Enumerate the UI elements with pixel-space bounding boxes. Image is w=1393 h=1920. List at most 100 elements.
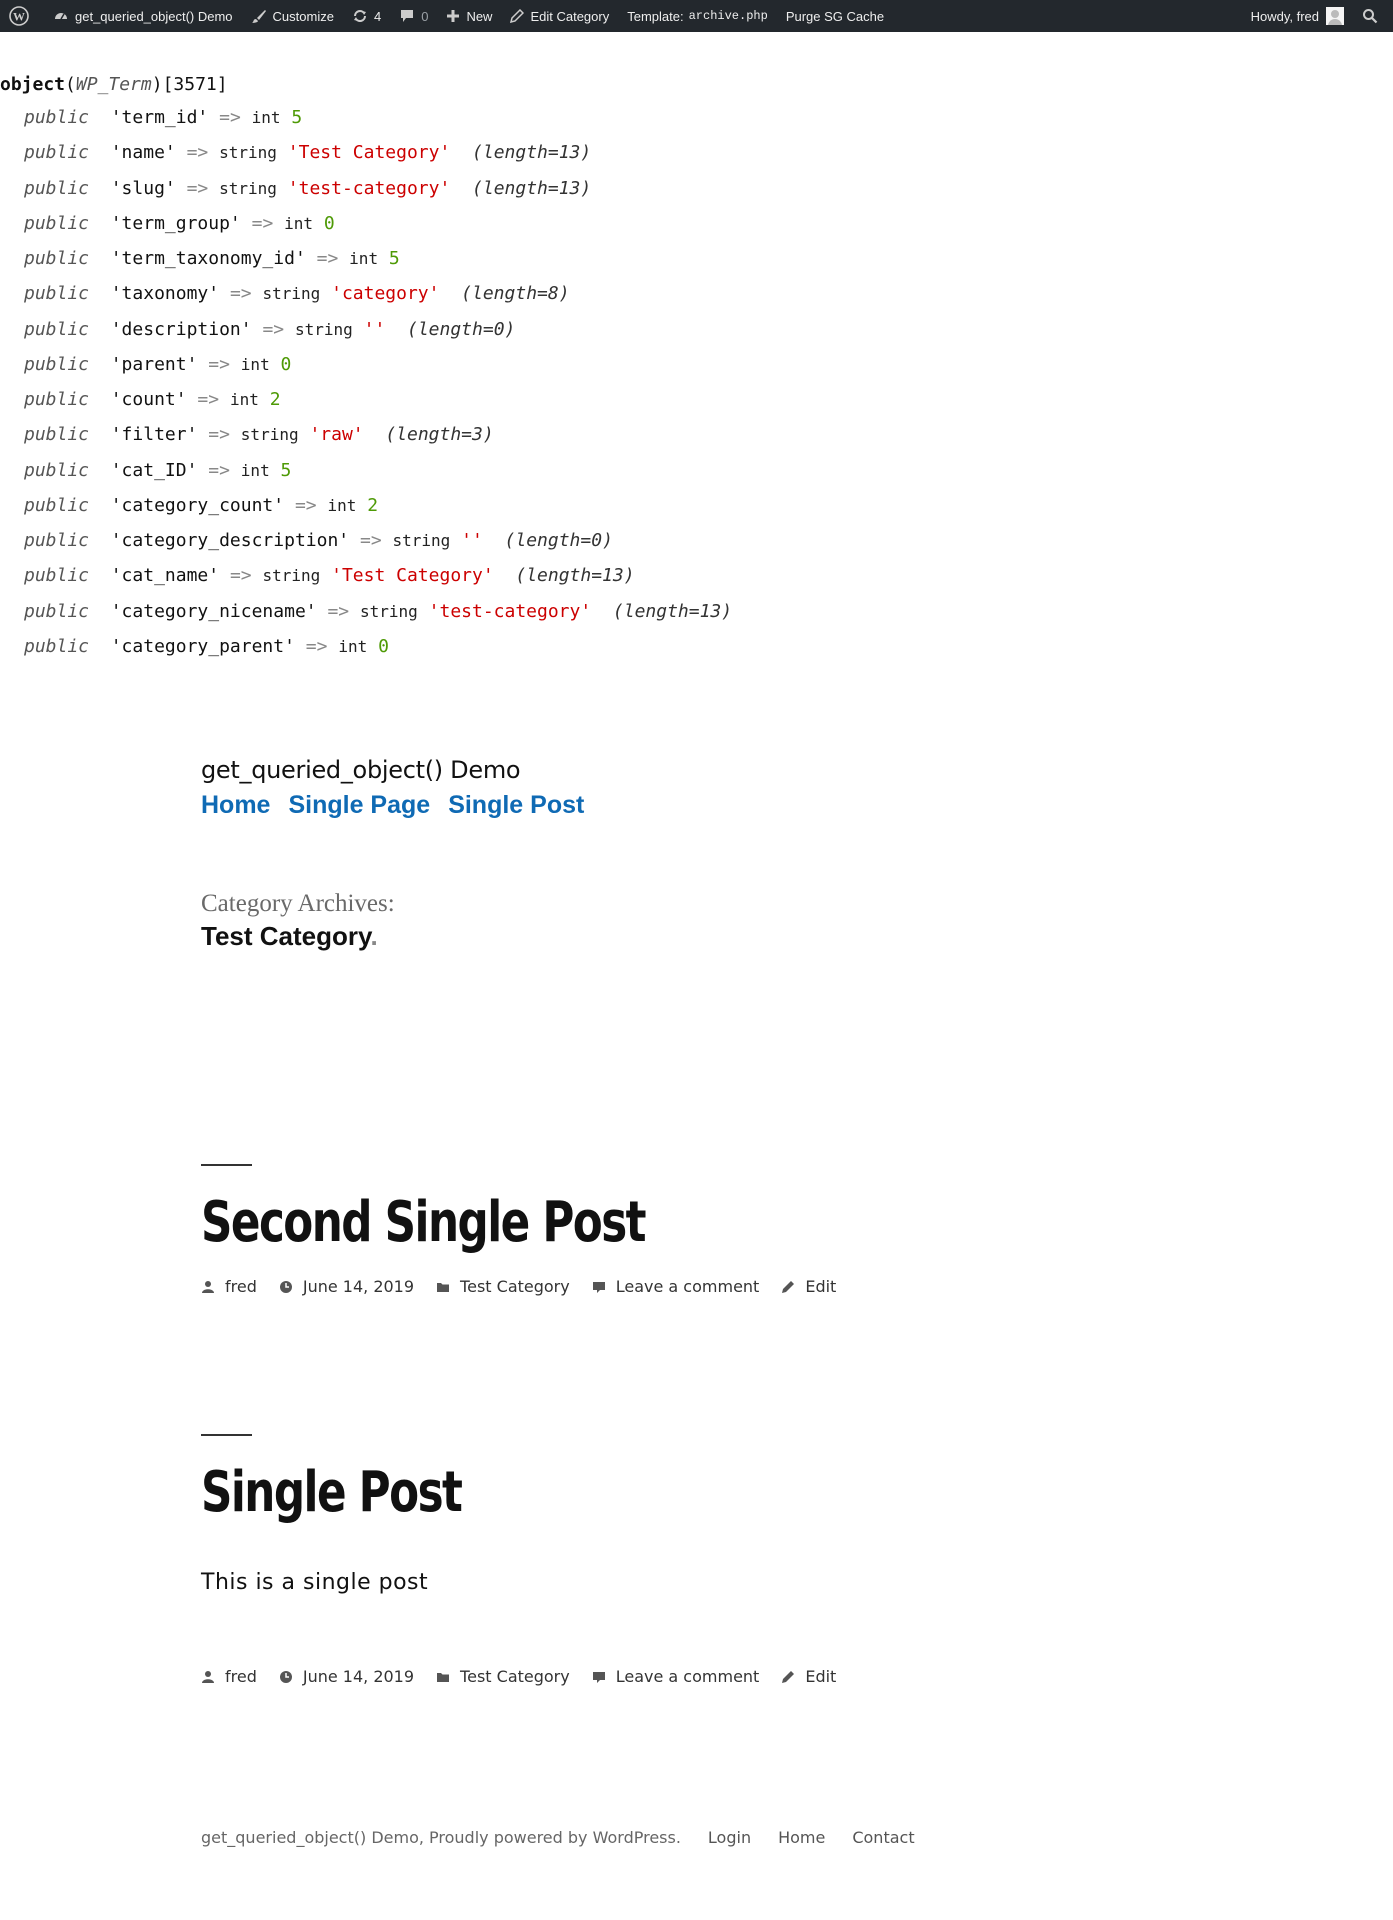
dump-arrow: => (208, 424, 230, 446)
dump-key: 'slug' (110, 177, 176, 199)
public-keyword: public (24, 600, 90, 622)
dump-arrow: => (186, 142, 209, 164)
dump-length: (length=0) (407, 318, 516, 340)
dump-arrow: => (219, 107, 241, 128)
post-author[interactable]: fred (201, 1277, 257, 1296)
post-comment-text: Leave a comment (615, 1667, 760, 1686)
dump-value: 'test-category' (428, 600, 592, 622)
folder-icon (437, 1672, 450, 1682)
dump-type: int (349, 249, 379, 268)
dump-length: (length=13) (472, 177, 592, 199)
post-edit-link[interactable]: Edit (781, 1667, 836, 1686)
admin-search[interactable] (1353, 0, 1393, 32)
dump-type: string (294, 319, 353, 339)
footer-link-contact[interactable]: Contact (852, 1828, 914, 1847)
public-keyword: public (24, 494, 90, 516)
dump-type: int (284, 213, 314, 233)
dump-type: string (219, 143, 277, 163)
site-name-menu[interactable]: get_queried_object() Demo (44, 0, 242, 32)
public-keyword: public (24, 318, 90, 340)
dump-key: 'description' (110, 318, 252, 340)
archive-label: Category Archives: (201, 890, 395, 917)
footer-link-login[interactable]: Login (708, 1828, 751, 1847)
footer-credit[interactable]: get_queried_object() Demo, Proudly power… (201, 1828, 681, 1847)
post-edit-text: Edit (805, 1667, 837, 1686)
dump-value: '' (461, 530, 483, 551)
post-title[interactable]: Second Single Post (201, 1190, 647, 1255)
dump-value: 0 (280, 353, 292, 375)
dump-row: public 'count' => int 2 (0, 382, 732, 417)
post-separator (201, 1434, 252, 1436)
pencil-icon (510, 9, 525, 23)
public-keyword: public (24, 530, 90, 551)
dump-arrow: => (316, 248, 339, 269)
dump-key: 'cat_ID' (110, 459, 198, 481)
post-category-text: Test Category (460, 1277, 570, 1296)
post-date-text: June 14, 2019 (302, 1277, 415, 1296)
post-category[interactable]: Test Category (436, 1667, 570, 1686)
dump-type: string (360, 601, 418, 621)
public-keyword: public (24, 283, 90, 305)
dump-key: 'filter' (110, 424, 198, 446)
svg-text:W: W (13, 10, 25, 24)
public-keyword: public (24, 248, 90, 269)
post-author-name: fred (225, 1277, 257, 1296)
post-title[interactable]: Single Post (201, 1460, 463, 1525)
updates-link[interactable]: 4 (343, 0, 390, 32)
post-category[interactable]: Test Category (436, 1277, 570, 1296)
archive-category-name: Test Category (201, 921, 371, 951)
menu-item-single-post[interactable]: Single Post (448, 791, 584, 820)
dump-length: (length=3) (385, 424, 494, 446)
dump-key: 'taxonomy' (110, 283, 220, 305)
archive-title: Test Category. (201, 921, 378, 952)
post-author-name: fred (225, 1667, 257, 1686)
dump-row: public 'slug' => string 'test-category' … (0, 171, 732, 206)
dump-type: int (229, 390, 259, 409)
site-footer: get_queried_object() Demo, Proudly power… (201, 1828, 915, 1847)
dump-row: public 'term_group' => int 0 (0, 206, 732, 241)
dump-object-header: object(WP_Term)[3571] (0, 74, 228, 95)
dump-row: public 'term_id' => int 5 (0, 100, 732, 135)
post-author[interactable]: fred (201, 1667, 257, 1686)
dump-value: 'category' (331, 283, 440, 305)
menu-item-home[interactable]: Home (201, 791, 270, 820)
dump-row: public 'category_nicename' => string 'te… (0, 594, 732, 629)
dump-value: 'raw' (309, 424, 364, 446)
dump-key: 'parent' (110, 353, 198, 375)
edit-category-label: Edit Category (530, 8, 610, 24)
post-comment-link[interactable]: Leave a comment (592, 1277, 760, 1296)
comments-link[interactable]: 0 (390, 0, 437, 32)
dump-arrow: => (208, 459, 230, 481)
dump-type: int (251, 108, 281, 127)
post-date[interactable]: June 14, 2019 (279, 1277, 414, 1296)
updates-icon (353, 10, 366, 22)
post-comment-link[interactable]: Leave a comment (592, 1667, 760, 1686)
template-info[interactable]: Template: archive.php (618, 0, 777, 32)
edit-category-link[interactable]: Edit Category (501, 0, 618, 32)
post-comment-text: Leave a comment (615, 1277, 760, 1296)
post-meta: fred June 14, 2019 Test Category Leave a… (201, 1667, 858, 1686)
dump-type: string (262, 284, 321, 304)
wordpress-logo-icon[interactable]: W (0, 0, 44, 32)
dump-arrow: => (294, 494, 317, 516)
brush-icon (251, 10, 266, 23)
new-content-menu[interactable]: New (437, 0, 501, 32)
dump-row: public 'taxonomy' => string 'category' (… (0, 276, 732, 311)
pencil-icon (782, 1280, 795, 1293)
purge-cache-link[interactable]: Purge SG Cache (777, 0, 893, 32)
footer-link-home[interactable]: Home (778, 1828, 825, 1847)
person-icon (202, 1280, 214, 1293)
dump-type: string (392, 531, 451, 550)
folder-icon (437, 1282, 450, 1292)
template-file: archive.php (688, 9, 768, 23)
account-menu[interactable]: Howdy, fred (1242, 0, 1353, 32)
public-keyword: public (24, 424, 90, 446)
site-title[interactable]: get_queried_object() Demo (201, 756, 521, 784)
admin-bar: W get_queried_object() Demo Customize 4 … (0, 0, 1393, 32)
menu-item-single-page[interactable]: Single Page (288, 791, 430, 820)
public-keyword: public (24, 107, 90, 128)
post-edit-link[interactable]: Edit (781, 1277, 836, 1296)
customize-link[interactable]: Customize (242, 0, 343, 32)
customize-label: Customize (272, 8, 334, 24)
post-date[interactable]: June 14, 2019 (279, 1667, 414, 1686)
